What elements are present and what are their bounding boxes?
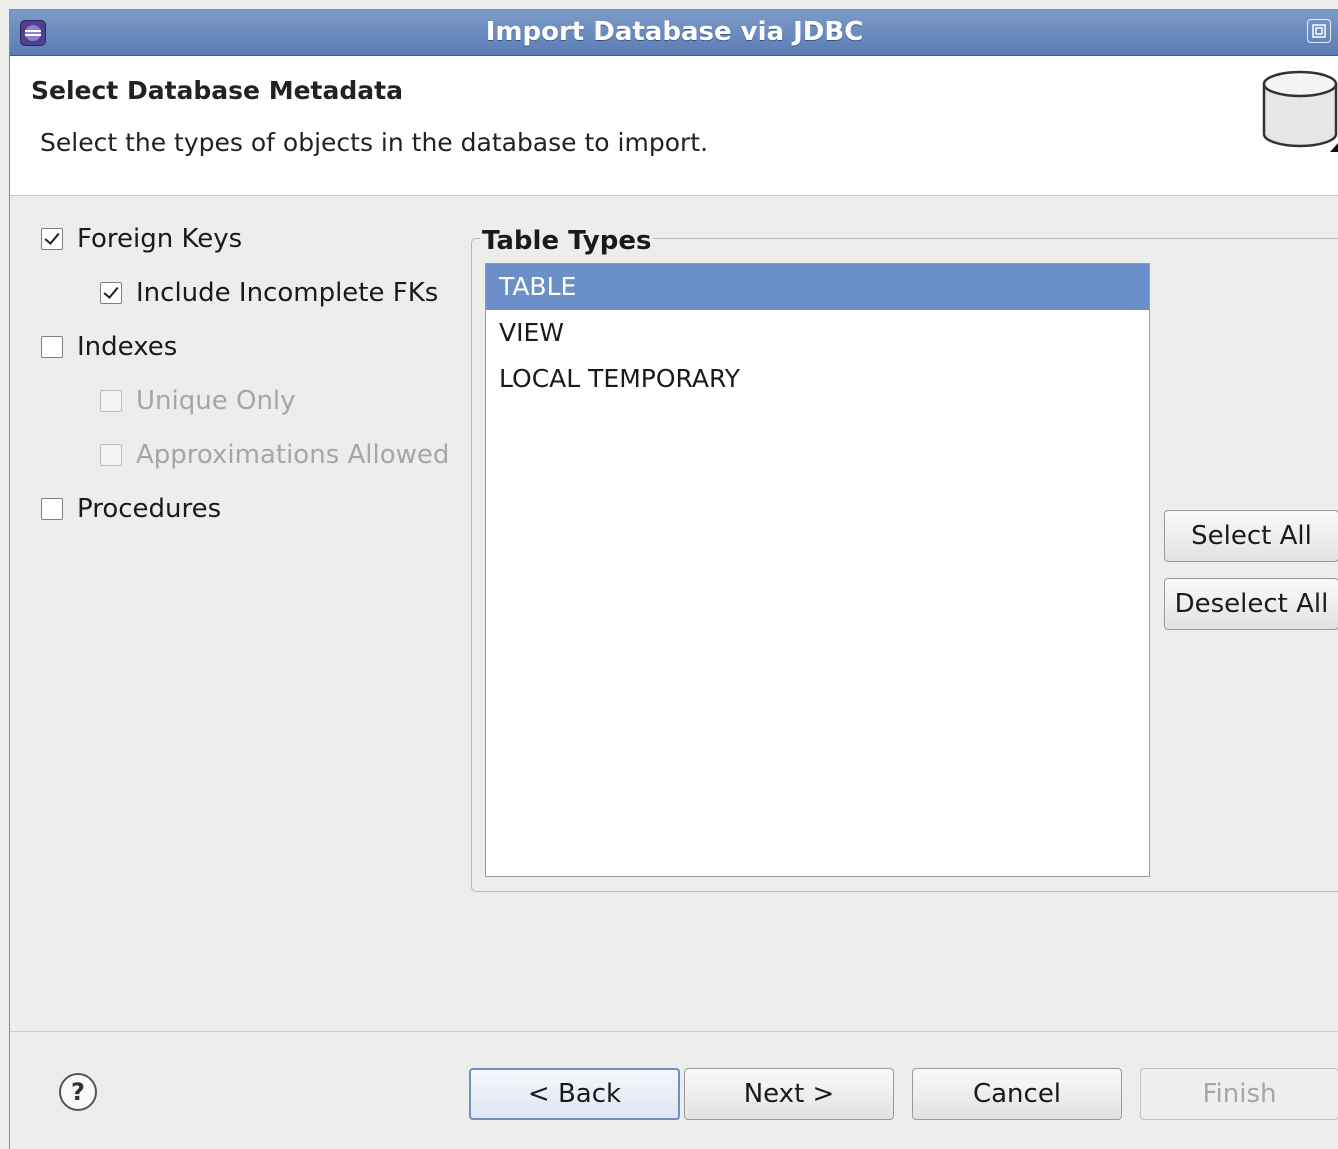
approximations-allowed-checkbox: Approximations Allowed xyxy=(100,440,449,470)
select-all-button[interactable]: Select All xyxy=(1164,510,1338,562)
list-item[interactable]: TABLE xyxy=(486,264,1149,310)
wizard-header: Select Database Metadata Select the type… xyxy=(10,56,1338,196)
table-types-label: Table Types xyxy=(480,226,654,256)
checkbox-box[interactable] xyxy=(41,498,63,520)
foreign-keys-checkbox[interactable]: Foreign Keys xyxy=(41,224,242,254)
checkbox-label: Include Incomplete FKs xyxy=(136,278,439,308)
checkbox-label: Unique Only xyxy=(136,386,296,416)
checkbox-box[interactable] xyxy=(41,336,63,358)
next-button[interactable]: Next > xyxy=(684,1068,894,1120)
indexes-checkbox[interactable]: Indexes xyxy=(41,332,177,362)
checkbox-label: Procedures xyxy=(77,494,222,524)
checkbox-label: Approximations Allowed xyxy=(136,440,450,470)
finish-button: Finish xyxy=(1140,1068,1338,1120)
page-title: Select Database Metadata xyxy=(31,76,403,105)
checkbox-label: Indexes xyxy=(77,332,178,362)
footer-divider xyxy=(10,1031,1338,1032)
include-incomplete-fks-checkbox[interactable]: Include Incomplete FKs xyxy=(100,278,438,308)
unique-only-checkbox: Unique Only xyxy=(100,386,296,416)
cancel-button[interactable]: Cancel xyxy=(912,1068,1122,1120)
database-icon xyxy=(1262,70,1338,152)
deselect-all-button[interactable]: Deselect All xyxy=(1164,578,1338,630)
maximize-icon[interactable] xyxy=(1307,19,1331,43)
list-item[interactable]: VIEW xyxy=(486,310,1149,356)
list-item[interactable]: LOCAL TEMPORARY xyxy=(486,356,1149,402)
checkbox-box[interactable] xyxy=(41,228,63,250)
checkbox-box xyxy=(100,444,122,466)
back-button[interactable]: < Back xyxy=(469,1068,680,1120)
page-description: Select the types of objects in the datab… xyxy=(40,128,709,157)
table-types-list[interactable]: TABLE VIEW LOCAL TEMPORARY xyxy=(485,263,1150,877)
window-title: Import Database via JDBC xyxy=(485,17,864,47)
checkbox-box[interactable] xyxy=(100,282,122,304)
procedures-checkbox[interactable]: Procedures xyxy=(41,494,221,524)
help-icon[interactable]: ? xyxy=(59,1073,97,1111)
checkbox-box xyxy=(100,390,122,412)
import-dialog: Import Database via JDBC Select Database… xyxy=(9,9,1338,1149)
checkbox-label: Foreign Keys xyxy=(77,224,243,254)
title-bar[interactable]: Import Database via JDBC xyxy=(10,10,1338,56)
